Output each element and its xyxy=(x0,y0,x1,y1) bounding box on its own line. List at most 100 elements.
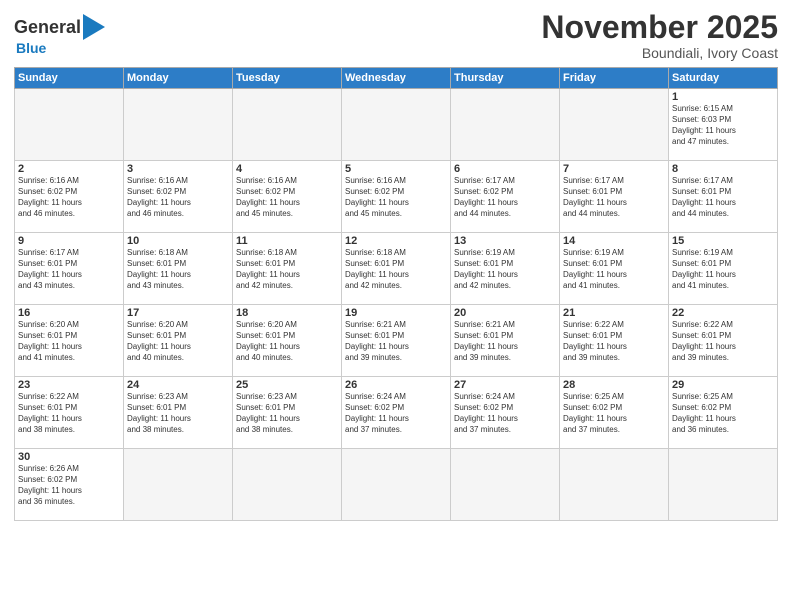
day-info: Sunrise: 6:25 AM Sunset: 6:02 PM Dayligh… xyxy=(563,392,665,435)
day-info: Sunrise: 6:16 AM Sunset: 6:02 PM Dayligh… xyxy=(18,176,120,219)
calendar-cell: 24Sunrise: 6:23 AM Sunset: 6:01 PM Dayli… xyxy=(124,377,233,449)
calendar-cell xyxy=(560,449,669,521)
calendar-cell: 22Sunrise: 6:22 AM Sunset: 6:01 PM Dayli… xyxy=(669,305,778,377)
page: General Blue November 2025 Boundiali, Iv… xyxy=(0,0,792,612)
calendar-cell xyxy=(233,89,342,161)
calendar-cell: 3Sunrise: 6:16 AM Sunset: 6:02 PM Daylig… xyxy=(124,161,233,233)
day-number: 26 xyxy=(345,379,447,391)
day-number: 23 xyxy=(18,379,120,391)
calendar-cell: 27Sunrise: 6:24 AM Sunset: 6:02 PM Dayli… xyxy=(451,377,560,449)
month-title: November 2025 xyxy=(541,10,778,45)
calendar-cell: 26Sunrise: 6:24 AM Sunset: 6:02 PM Dayli… xyxy=(342,377,451,449)
calendar-header-row: Sunday Monday Tuesday Wednesday Thursday… xyxy=(15,68,778,89)
calendar-cell: 17Sunrise: 6:20 AM Sunset: 6:01 PM Dayli… xyxy=(124,305,233,377)
calendar-cell xyxy=(342,449,451,521)
col-thursday: Thursday xyxy=(451,68,560,89)
col-sunday: Sunday xyxy=(15,68,124,89)
calendar-cell xyxy=(124,89,233,161)
day-number: 19 xyxy=(345,307,447,319)
calendar-cell xyxy=(233,449,342,521)
calendar-cell: 25Sunrise: 6:23 AM Sunset: 6:01 PM Dayli… xyxy=(233,377,342,449)
day-info: Sunrise: 6:17 AM Sunset: 6:02 PM Dayligh… xyxy=(454,176,556,219)
day-info: Sunrise: 6:17 AM Sunset: 6:01 PM Dayligh… xyxy=(563,176,665,219)
calendar-cell: 21Sunrise: 6:22 AM Sunset: 6:01 PM Dayli… xyxy=(560,305,669,377)
calendar-cell: 23Sunrise: 6:22 AM Sunset: 6:01 PM Dayli… xyxy=(15,377,124,449)
day-info: Sunrise: 6:22 AM Sunset: 6:01 PM Dayligh… xyxy=(18,392,120,435)
calendar-cell: 5Sunrise: 6:16 AM Sunset: 6:02 PM Daylig… xyxy=(342,161,451,233)
day-info: Sunrise: 6:18 AM Sunset: 6:01 PM Dayligh… xyxy=(127,248,229,291)
calendar-cell: 8Sunrise: 6:17 AM Sunset: 6:01 PM Daylig… xyxy=(669,161,778,233)
day-number: 6 xyxy=(454,163,556,175)
day-number: 4 xyxy=(236,163,338,175)
day-number: 7 xyxy=(563,163,665,175)
day-number: 27 xyxy=(454,379,556,391)
day-number: 13 xyxy=(454,235,556,247)
calendar-cell: 14Sunrise: 6:19 AM Sunset: 6:01 PM Dayli… xyxy=(560,233,669,305)
day-info: Sunrise: 6:23 AM Sunset: 6:01 PM Dayligh… xyxy=(127,392,229,435)
day-number: 20 xyxy=(454,307,556,319)
calendar-cell: 12Sunrise: 6:18 AM Sunset: 6:01 PM Dayli… xyxy=(342,233,451,305)
calendar-cell: 9Sunrise: 6:17 AM Sunset: 6:01 PM Daylig… xyxy=(15,233,124,305)
day-number: 17 xyxy=(127,307,229,319)
col-wednesday: Wednesday xyxy=(342,68,451,89)
day-number: 11 xyxy=(236,235,338,247)
calendar-cell: 10Sunrise: 6:18 AM Sunset: 6:01 PM Dayli… xyxy=(124,233,233,305)
day-number: 22 xyxy=(672,307,774,319)
col-tuesday: Tuesday xyxy=(233,68,342,89)
day-number: 16 xyxy=(18,307,120,319)
calendar-cell xyxy=(451,449,560,521)
calendar-cell xyxy=(669,449,778,521)
day-number: 29 xyxy=(672,379,774,391)
day-info: Sunrise: 6:16 AM Sunset: 6:02 PM Dayligh… xyxy=(236,176,338,219)
day-number: 9 xyxy=(18,235,120,247)
calendar-cell xyxy=(560,89,669,161)
day-info: Sunrise: 6:25 AM Sunset: 6:02 PM Dayligh… xyxy=(672,392,774,435)
day-info: Sunrise: 6:22 AM Sunset: 6:01 PM Dayligh… xyxy=(672,320,774,363)
day-number: 21 xyxy=(563,307,665,319)
day-number: 12 xyxy=(345,235,447,247)
day-number: 28 xyxy=(563,379,665,391)
day-number: 2 xyxy=(18,163,120,175)
day-number: 30 xyxy=(18,451,120,463)
calendar-cell xyxy=(451,89,560,161)
calendar-cell: 18Sunrise: 6:20 AM Sunset: 6:01 PM Dayli… xyxy=(233,305,342,377)
day-info: Sunrise: 6:19 AM Sunset: 6:01 PM Dayligh… xyxy=(454,248,556,291)
header: General Blue November 2025 Boundiali, Iv… xyxy=(14,10,778,61)
day-number: 15 xyxy=(672,235,774,247)
col-monday: Monday xyxy=(124,68,233,89)
day-number: 8 xyxy=(672,163,774,175)
day-number: 18 xyxy=(236,307,338,319)
calendar-cell: 7Sunrise: 6:17 AM Sunset: 6:01 PM Daylig… xyxy=(560,161,669,233)
calendar-cell xyxy=(342,89,451,161)
calendar-cell: 19Sunrise: 6:21 AM Sunset: 6:01 PM Dayli… xyxy=(342,305,451,377)
day-number: 10 xyxy=(127,235,229,247)
day-info: Sunrise: 6:18 AM Sunset: 6:01 PM Dayligh… xyxy=(236,248,338,291)
col-friday: Friday xyxy=(560,68,669,89)
day-info: Sunrise: 6:20 AM Sunset: 6:01 PM Dayligh… xyxy=(18,320,120,363)
calendar-cell: 28Sunrise: 6:25 AM Sunset: 6:02 PM Dayli… xyxy=(560,377,669,449)
day-info: Sunrise: 6:16 AM Sunset: 6:02 PM Dayligh… xyxy=(127,176,229,219)
day-info: Sunrise: 6:24 AM Sunset: 6:02 PM Dayligh… xyxy=(454,392,556,435)
calendar-cell: 13Sunrise: 6:19 AM Sunset: 6:01 PM Dayli… xyxy=(451,233,560,305)
logo: General Blue xyxy=(14,14,105,56)
day-number: 25 xyxy=(236,379,338,391)
calendar-cell: 15Sunrise: 6:19 AM Sunset: 6:01 PM Dayli… xyxy=(669,233,778,305)
day-info: Sunrise: 6:17 AM Sunset: 6:01 PM Dayligh… xyxy=(18,248,120,291)
calendar-cell: 1Sunrise: 6:15 AM Sunset: 6:03 PM Daylig… xyxy=(669,89,778,161)
day-info: Sunrise: 6:24 AM Sunset: 6:02 PM Dayligh… xyxy=(345,392,447,435)
location: Boundiali, Ivory Coast xyxy=(541,45,778,61)
calendar-cell: 6Sunrise: 6:17 AM Sunset: 6:02 PM Daylig… xyxy=(451,161,560,233)
day-info: Sunrise: 6:20 AM Sunset: 6:01 PM Dayligh… xyxy=(127,320,229,363)
calendar-cell: 30Sunrise: 6:26 AM Sunset: 6:02 PM Dayli… xyxy=(15,449,124,521)
day-info: Sunrise: 6:21 AM Sunset: 6:01 PM Dayligh… xyxy=(345,320,447,363)
day-info: Sunrise: 6:16 AM Sunset: 6:02 PM Dayligh… xyxy=(345,176,447,219)
calendar: Sunday Monday Tuesday Wednesday Thursday… xyxy=(14,67,778,521)
calendar-cell: 2Sunrise: 6:16 AM Sunset: 6:02 PM Daylig… xyxy=(15,161,124,233)
day-info: Sunrise: 6:15 AM Sunset: 6:03 PM Dayligh… xyxy=(672,104,774,147)
day-info: Sunrise: 6:19 AM Sunset: 6:01 PM Dayligh… xyxy=(563,248,665,291)
calendar-cell: 16Sunrise: 6:20 AM Sunset: 6:01 PM Dayli… xyxy=(15,305,124,377)
calendar-cell xyxy=(124,449,233,521)
day-info: Sunrise: 6:22 AM Sunset: 6:01 PM Dayligh… xyxy=(563,320,665,363)
calendar-cell: 29Sunrise: 6:25 AM Sunset: 6:02 PM Dayli… xyxy=(669,377,778,449)
day-info: Sunrise: 6:17 AM Sunset: 6:01 PM Dayligh… xyxy=(672,176,774,219)
